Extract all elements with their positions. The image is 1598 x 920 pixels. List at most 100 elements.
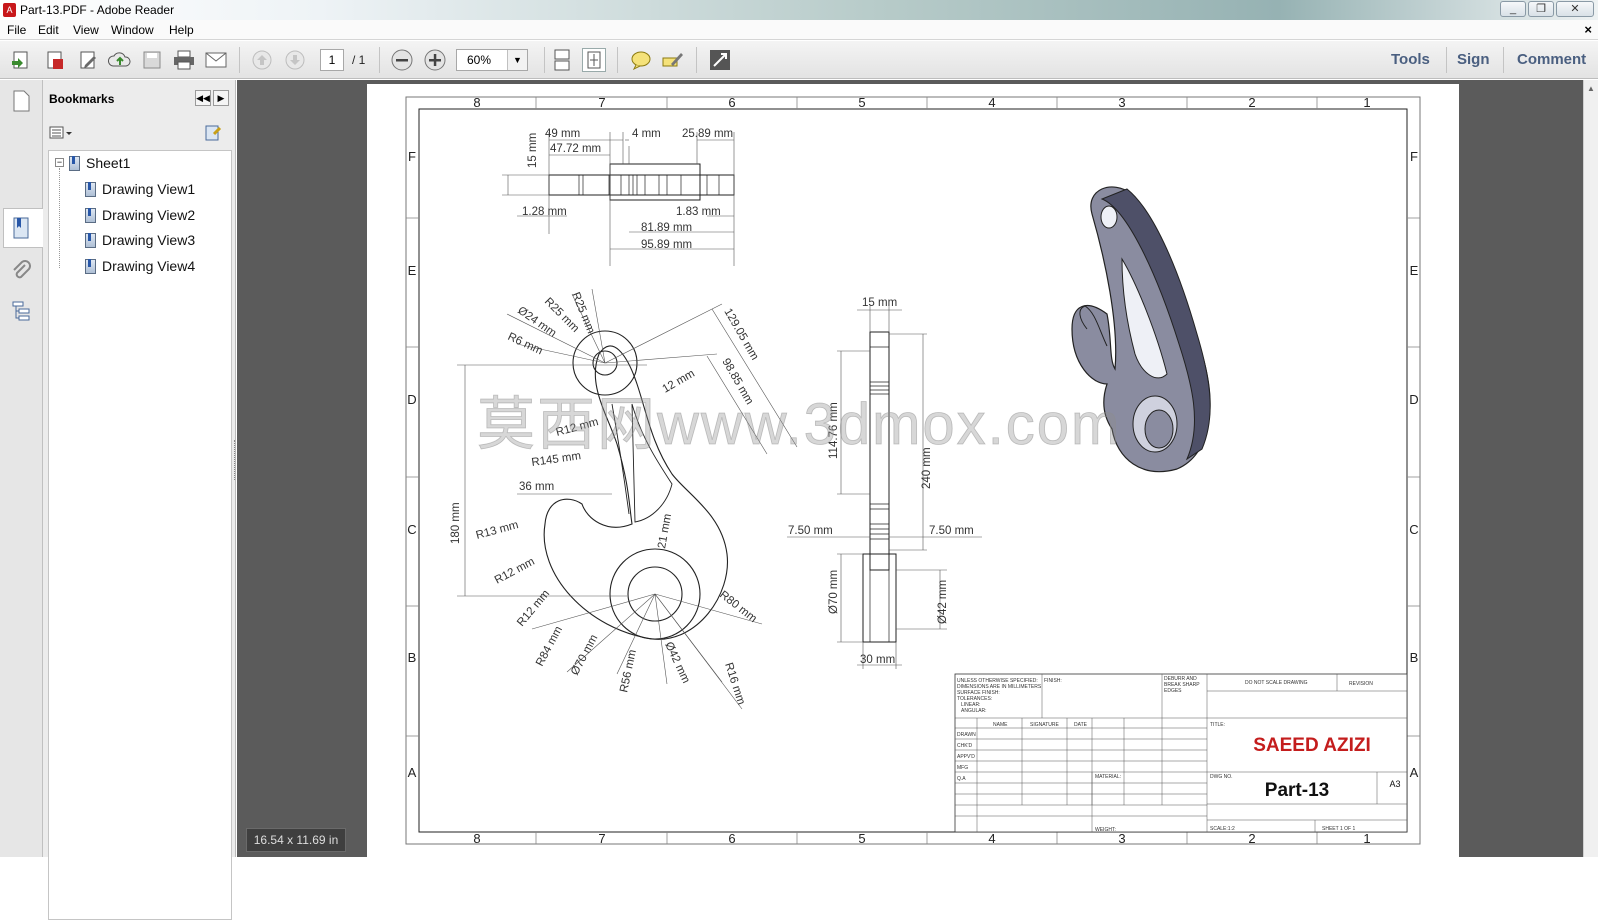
- tb-text: SHEET 1 OF 1: [1322, 826, 1355, 832]
- zoom-in-icon[interactable]: [423, 48, 447, 72]
- collapse-panel-icon[interactable]: ◀◀: [195, 90, 211, 106]
- drawing-part-number: Part-13: [1265, 780, 1329, 801]
- row-label: E: [408, 263, 417, 278]
- layers-icon[interactable]: [8, 298, 34, 324]
- zoom-select[interactable]: 60% ▼: [456, 49, 528, 71]
- convert-pdf-icon[interactable]: [43, 48, 67, 72]
- comment-note-icon[interactable]: [629, 48, 653, 72]
- col-label: 6: [728, 831, 735, 846]
- bookmarks-icon[interactable]: [8, 215, 34, 241]
- dimension-label: 30 mm: [860, 654, 895, 666]
- drawing-author: SAEED AZIZI: [1253, 735, 1371, 756]
- tools-tab[interactable]: Tools: [1391, 51, 1430, 68]
- dimension-label: 25.89 mm: [682, 128, 733, 140]
- row-label: F: [1410, 149, 1418, 164]
- menu-view[interactable]: View: [73, 23, 99, 37]
- bookmark-drawing-view4[interactable]: Drawing View4: [85, 258, 195, 274]
- dimension-label: 15 mm: [862, 297, 897, 309]
- pdf-page: 8 7 6 5 4 3 2 1 8 7 6 5 4 3 2 1 F E D C …: [367, 84, 1459, 857]
- page-number-input[interactable]: 1: [320, 49, 344, 71]
- dimension-label: R12 mm: [515, 588, 552, 629]
- email-icon[interactable]: [204, 48, 228, 72]
- scrolling-mode-icon[interactable]: [550, 48, 574, 72]
- col-label: 6: [728, 95, 735, 110]
- save-icon[interactable]: [140, 48, 164, 72]
- dimension-label: 47.72 mm: [550, 143, 601, 155]
- dimension-label: 129.05 mm: [721, 307, 760, 363]
- close-icon[interactable]: ✕: [1556, 1, 1594, 17]
- dimension-label: R56 mm: [618, 649, 639, 694]
- engineering-drawing: 8 7 6 5 4 3 2 1 8 7 6 5 4 3 2 1 F E D C …: [405, 95, 1421, 846]
- attachments-icon[interactable]: [8, 258, 34, 284]
- col-label: 7: [598, 95, 605, 110]
- row-label: C: [407, 522, 416, 537]
- menu-window[interactable]: Window: [111, 23, 154, 37]
- fit-page-icon[interactable]: [582, 48, 606, 72]
- print-icon[interactable]: [172, 48, 196, 72]
- tb-text: REVISION: [1349, 681, 1373, 687]
- row-label: A: [1410, 765, 1419, 780]
- new-bookmark-icon[interactable]: [203, 124, 223, 142]
- page-thumbnails-icon[interactable]: [8, 88, 34, 114]
- page-total: / 1: [352, 53, 366, 67]
- page-size-indicator: 16.54 x 11.69 in: [246, 828, 346, 852]
- bookmark-drawing-view2[interactable]: Drawing View2: [85, 207, 195, 223]
- bookmark-label: Drawing View3: [102, 232, 196, 248]
- full-screen-icon[interactable]: [708, 48, 732, 72]
- tb-text: APPV'D: [957, 754, 975, 760]
- dimension-label: R80 mm: [717, 589, 759, 625]
- side-view: 15 mm 114.76 mm 240 mm 7.50 mm 7.50 mm Ø…: [787, 297, 982, 669]
- watermark-text: 莫西网www.3dmox.com: [477, 392, 1121, 457]
- dimension-label: 95.89 mm: [641, 239, 692, 251]
- menu-help[interactable]: Help: [169, 23, 194, 37]
- tb-text: EDGES: [1164, 688, 1182, 694]
- bookmark-drawing-view3[interactable]: Drawing View3: [85, 232, 195, 248]
- menu-edit[interactable]: Edit: [38, 23, 59, 37]
- next-page-icon[interactable]: [283, 48, 307, 72]
- row-label: B: [408, 650, 417, 665]
- zoom-out-icon[interactable]: [390, 48, 414, 72]
- minimize-icon[interactable]: _: [1500, 1, 1526, 17]
- tb-text: FINISH:: [1044, 678, 1062, 684]
- row-label: D: [407, 392, 416, 407]
- bookmark-drawing-view1[interactable]: Drawing View1: [85, 181, 195, 197]
- create-pdf-icon[interactable]: [9, 48, 33, 72]
- restore-icon[interactable]: ❐: [1528, 1, 1554, 17]
- tb-text: TITLE:: [1210, 722, 1225, 728]
- tb-text: ANGULAR:: [961, 708, 987, 714]
- col-label: 2: [1248, 95, 1255, 110]
- close-document-icon[interactable]: ×: [1584, 22, 1592, 37]
- bookmark-tree: − Sheet1 Drawing View1 Drawing View2 Dra…: [48, 150, 232, 920]
- bookmark-icon: [85, 181, 96, 197]
- tb-text: WEIGHT:: [1095, 827, 1116, 833]
- row-label: E: [1410, 263, 1419, 278]
- dimension-label: 7.50 mm: [788, 525, 833, 537]
- col-label: 1: [1363, 831, 1370, 846]
- sign-tab[interactable]: Sign: [1457, 51, 1490, 68]
- dimension-label: 1.28 mm: [522, 206, 567, 218]
- expand-panel-icon[interactable]: ▶: [213, 90, 229, 106]
- tb-text: DATE: [1074, 722, 1088, 728]
- tb-text: DO NOT SCALE DRAWING: [1245, 680, 1308, 686]
- bookmark-options-icon[interactable]: [49, 125, 75, 141]
- highlight-icon[interactable]: [661, 48, 685, 72]
- dimension-label: 36 mm: [519, 481, 554, 493]
- row-label: C: [1409, 522, 1418, 537]
- bookmark-sheet1[interactable]: Sheet1: [69, 155, 130, 171]
- comment-tab[interactable]: Comment: [1517, 51, 1586, 68]
- col-label: 3: [1118, 831, 1125, 846]
- col-label: 1: [1363, 95, 1370, 110]
- chevron-down-icon[interactable]: ▼: [507, 50, 527, 70]
- title-block: UNLESS OTHERWISE SPECIFIED: DIMENSIONS A…: [954, 673, 1408, 833]
- cloud-upload-icon[interactable]: [108, 48, 132, 72]
- dimension-label: 7.50 mm: [929, 525, 974, 537]
- edit-pdf-icon[interactable]: [76, 48, 100, 72]
- dimension-label: R12 mm: [493, 556, 537, 587]
- menu-file[interactable]: File: [7, 23, 26, 37]
- dimension-label: Ø42 mm: [937, 580, 949, 624]
- vertical-scrollbar[interactable]: ▲: [1583, 80, 1598, 857]
- dimension-label: 180 mm: [450, 502, 462, 544]
- bookmark-label: Drawing View4: [102, 258, 196, 274]
- tree-collapse-icon[interactable]: −: [55, 158, 64, 167]
- previous-page-icon[interactable]: [250, 48, 274, 72]
